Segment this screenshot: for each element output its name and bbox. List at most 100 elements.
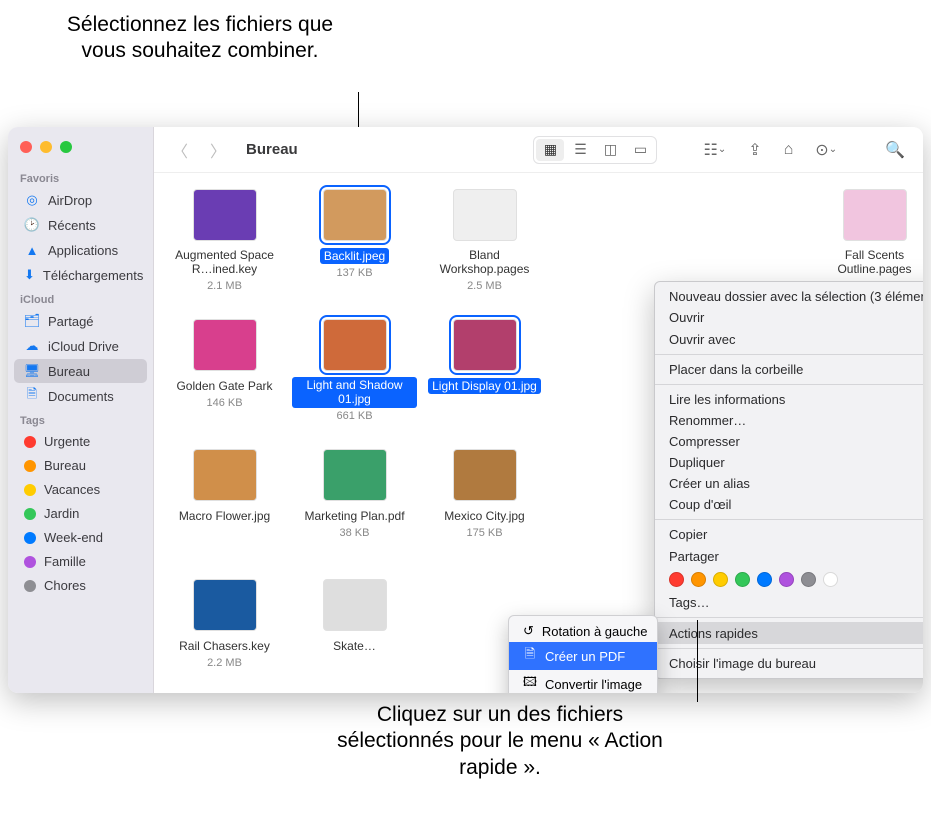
menu-item[interactable]: Compresser [655,431,923,452]
tag-swatch[interactable] [691,572,706,587]
file-thumbnail [193,579,257,631]
sidebar-tag-week-end[interactable]: Week-end [14,526,147,549]
file-item[interactable]: Marketing Plan.pdf38 KB [292,449,417,539]
sidebar-tag-chores[interactable]: Chores [14,574,147,597]
sidebar-item-documents[interactable]: 🗎Documents [14,384,147,408]
share-button[interactable]: ⇪ [742,136,767,164]
file-size: 146 KB [162,397,287,409]
menu-item[interactable]: Ouvrir [655,307,923,328]
file-name: Mexico City.jpg [440,508,528,524]
quick-actions-submenu[interactable]: ↺Rotation à gauche🗎Créer un PDF🖾Converti… [508,615,658,693]
menu-item[interactable]: Partager〉 [655,545,923,567]
file-name: Backlit.jpeg [320,248,389,264]
file-item[interactable]: Light Display 01.jpg [422,319,547,397]
tag-swatch[interactable] [757,572,772,587]
menu-item[interactable]: Nouveau dossier avec la sélection (3 élé… [655,286,923,307]
gallery-view-icon[interactable]: ▭ [626,139,654,161]
file-item[interactable]: Golden Gate Park 146 KB [162,319,287,409]
menu-item[interactable]: Créer un alias [655,473,923,494]
file-size: 175 KB [422,527,547,539]
file-name: Augmented Space R…ined.key [162,247,287,278]
sidebar-tag-jardin[interactable]: Jardin [14,502,147,525]
view-switcher[interactable]: ▦ ☰ ◫ ▭ [533,136,657,164]
file-item[interactable]: Backlit.jpeg 137 KB [292,189,417,279]
tag-swatch[interactable] [713,572,728,587]
toolbar: 〈 〉 Bureau ▦ ☰ ◫ ▭ ☷ ⌄ ⇪ ⌂ ⊙ ⌄ 🔍 [154,127,923,173]
sidebar-tag-famille[interactable]: Famille [14,550,147,573]
column-view-icon[interactable]: ◫ [596,139,624,161]
action-icon: 🗎 [523,645,537,667]
file-thumbnail [843,189,907,241]
menu-item[interactable]: Choisir l'image du bureau [655,653,923,674]
tag-swatch[interactable] [735,572,750,587]
sidebar-item-bureau[interactable]: 🖥Bureau [14,359,147,383]
menu-separator [655,648,923,649]
quick-action-item[interactable]: 🖾Convertir l'image [509,670,657,693]
file-thumbnail [323,189,387,241]
menu-item[interactable]: Placer dans la corbeille [655,359,923,380]
tag-swatch[interactable] [801,572,816,587]
menu-tag-row[interactable] [655,567,923,592]
back-button[interactable]: 〈 [166,134,194,166]
sidebar-item-icloud-drive[interactable]: ☁︎iCloud Drive [14,334,147,358]
sidebar-icon: 🖥 [24,363,40,379]
file-item[interactable]: Fall Scents Outline.pages3.6 MB [812,189,923,292]
tag-swatch[interactable] [779,572,794,587]
search-button[interactable]: 🔍 [879,136,911,164]
sidebar-icon: 🕑 [24,217,40,233]
tag-color-icon [24,436,36,448]
sidebar-tag-vacances[interactable]: Vacances [14,478,147,501]
group-button[interactable]: ☷ ⌄ [697,136,732,164]
file-item[interactable]: Macro Flower.jpg [162,449,287,527]
tag-swatch[interactable] [823,572,838,587]
menu-item[interactable]: Dupliquer [655,452,923,473]
callout-top: Sélectionnez les fichiers que vous souha… [60,12,340,65]
sidebar-item-partagé[interactable]: 🗂Partagé [14,309,147,333]
menu-item[interactable]: Actions rapides〉 [655,622,923,644]
file-name: Golden Gate Park [172,378,276,394]
menu-item[interactable]: Coup d'œil [655,494,923,515]
file-item[interactable]: Skate… [292,579,417,657]
minimize-icon[interactable] [40,141,52,153]
action-icon: 🖾 [523,673,537,693]
file-item[interactable]: Mexico City.jpg 175 KB [422,449,547,539]
sidebar-item-téléchargements[interactable]: ⬇Téléchargements [14,263,147,287]
sidebar-item-airdrop[interactable]: ◎AirDrop [14,188,147,212]
icon-view-icon[interactable]: ▦ [536,139,564,161]
close-icon[interactable] [20,141,32,153]
zoom-icon[interactable] [60,141,72,153]
quick-action-item[interactable]: ↺Rotation à gauche [509,620,657,642]
file-name: Bland Workshop.pages [422,247,547,278]
list-view-icon[interactable]: ☰ [566,139,594,161]
sidebar-item-applications[interactable]: ▲Applications [14,238,147,262]
sidebar-section-tags: Tags [8,409,153,429]
sidebar-tag-urgente[interactable]: Urgente [14,430,147,453]
file-thumbnail [193,319,257,371]
file-item[interactable]: Light and Shadow 01.jpg661 KB [292,319,417,422]
file-name: Rail Chasers.key [175,638,274,654]
file-name: Fall Scents Outline.pages [812,247,923,278]
tag-button[interactable]: ⌂ [778,137,800,163]
file-thumbnail [453,189,517,241]
callout-bottom: Cliquez sur un des fichiers sélectionnés… [320,702,680,781]
menu-item[interactable]: Copier [655,524,923,545]
menu-item[interactable]: Lire les informations [655,389,923,410]
file-item[interactable]: Bland Workshop.pages2.5 MB [422,189,547,292]
context-menu[interactable]: Nouveau dossier avec la sélection (3 élé… [654,281,923,679]
menu-item[interactable]: Ouvrir avec〉 [655,328,923,350]
file-size: 137 KB [292,267,417,279]
file-name: Light and Shadow 01.jpg [292,377,417,408]
action-button[interactable]: ⊙ ⌄ [809,136,843,164]
menu-item[interactable]: Tags… [655,592,923,613]
menu-item[interactable]: Renommer… [655,410,923,431]
file-item[interactable]: Augmented Space R…ined.key2.1 MB [162,189,287,292]
quick-action-item[interactable]: 🗎Créer un PDF [509,642,657,670]
file-item[interactable]: Rail Chasers.key2.2 MB [162,579,287,669]
window-controls [8,133,153,167]
sidebar-tag-bureau[interactable]: Bureau [14,454,147,477]
sidebar: Favoris ◎AirDrop🕑Récents▲Applications⬇Té… [8,127,154,693]
sidebar-item-récents[interactable]: 🕑Récents [14,213,147,237]
forward-button[interactable]: 〉 [204,134,232,166]
tag-color-icon [24,556,36,568]
tag-swatch[interactable] [669,572,684,587]
